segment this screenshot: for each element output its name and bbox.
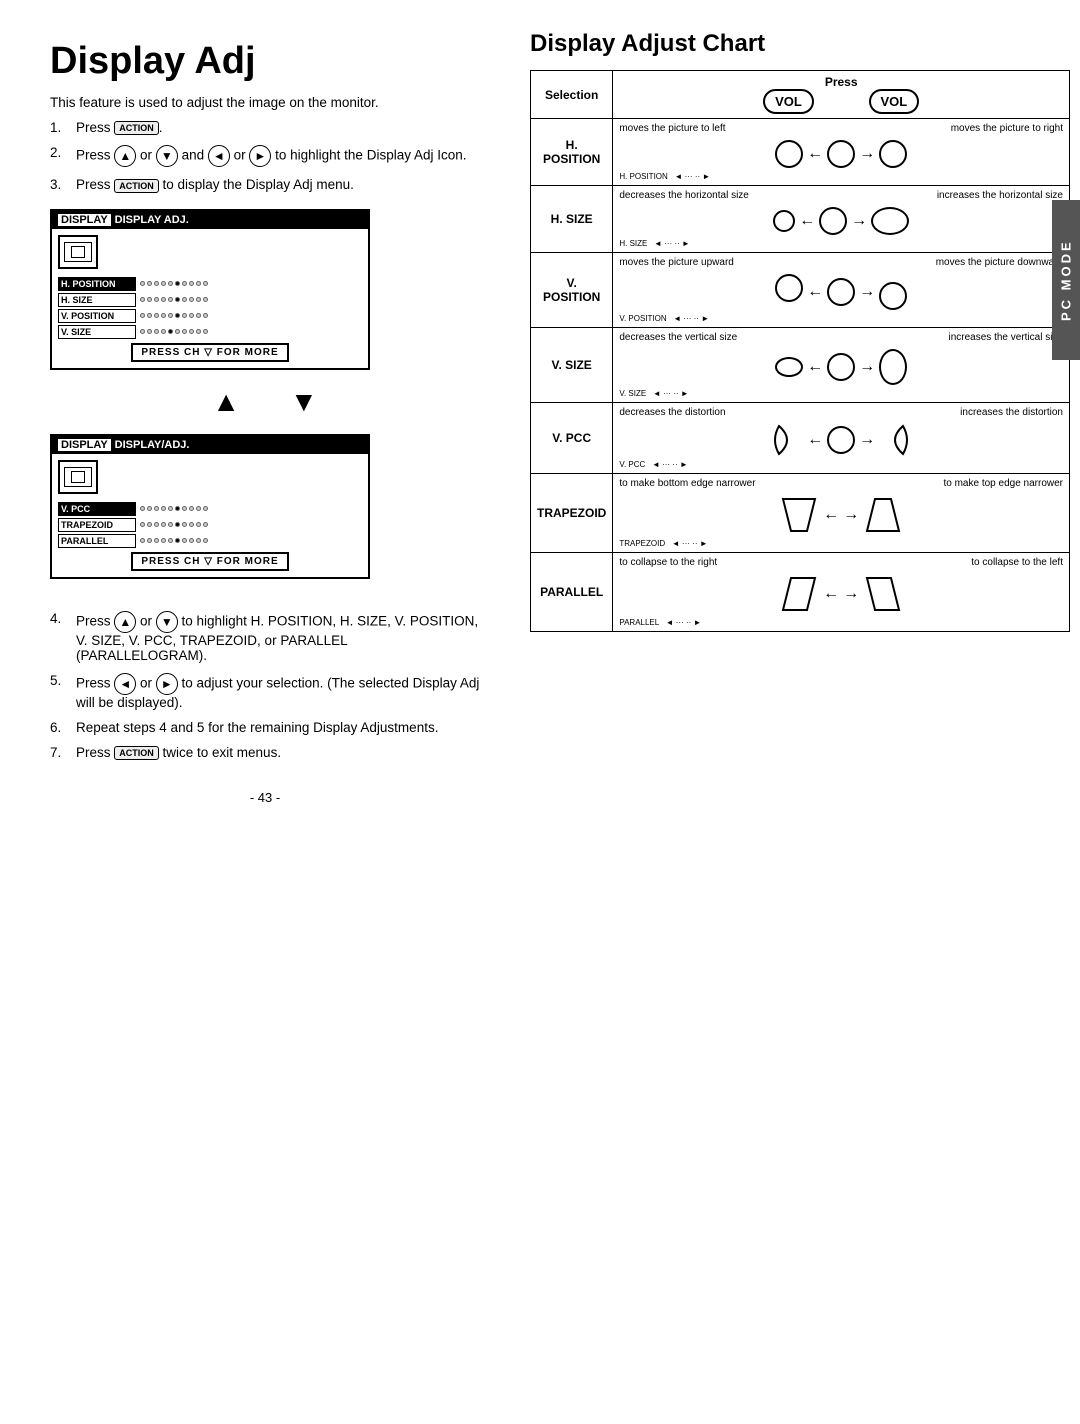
osd-icon-row-2 (58, 460, 362, 494)
osd-menu-1: DISPLAY DISPLAY ADJ. H. POSITION (50, 209, 370, 370)
col-header-press: Press VOL VOL (613, 71, 1070, 119)
vpos-circle3 (879, 282, 907, 310)
vsize-circle2 (827, 353, 855, 381)
down-icon: ▼ (156, 145, 178, 167)
table-row-hsize: H. SIZE decreases the horizontal size in… (531, 186, 1070, 253)
desc-parallel: to collapse to the right to collapse to … (613, 553, 1070, 632)
table-row-parallel: PARALLEL to collapse to the right to col… (531, 553, 1070, 632)
step-2: 2. Press ▲ or ▼ and ◄ or ► to highlight … (50, 145, 480, 167)
osd-row-vpcc: V. PCC (58, 502, 362, 516)
right-icon2: ► (156, 673, 178, 695)
osd-icon-row (58, 235, 362, 269)
page-number: - 43 - (50, 790, 480, 805)
hpos-circle3 (879, 140, 907, 168)
action-btn-icon3: ACTION (114, 746, 159, 760)
left-icon: ◄ (208, 145, 230, 167)
or-text: or (140, 148, 156, 163)
step-3: 3. Press ACTION to display the Display A… (50, 177, 480, 192)
vpcc-circle (827, 426, 855, 454)
para-shape1 (779, 574, 819, 614)
osd-press-label-2: PRESS CH ▽ FOR MORE (131, 552, 288, 571)
label-vposition: V. POSITION (531, 253, 613, 328)
hsize-circle2 (819, 207, 847, 235)
desc-vpcc: decreases the distortion increases the d… (613, 403, 1070, 474)
osd-menu-2: DISPLAY DISPLAY/ADJ. V. PCC (50, 434, 370, 579)
chart-title: Display Adjust Chart (530, 30, 1070, 58)
step-1: 1. Press ACTION. (50, 120, 480, 135)
table-row-vposition: V. POSITION moves the picture upward mov… (531, 253, 1070, 328)
vpcc-shape2 (879, 424, 911, 456)
up-icon2: ▲ (114, 611, 136, 633)
desc-trapezoid: to make bottom edge narrower to make top… (613, 474, 1070, 553)
intro-text: This feature is used to adjust the image… (50, 95, 480, 110)
hpos-circle1 (775, 140, 803, 168)
osd-header-2: DISPLAY DISPLAY/ADJ. (52, 436, 368, 454)
action-btn-icon: ACTION (114, 121, 159, 135)
table-row-vsize: V. SIZE decreases the vertical size incr… (531, 328, 1070, 403)
down-arrow-icon: ▼ (290, 386, 318, 418)
step-5: 5. Press ◄ or ► to adjust your selection… (50, 673, 480, 710)
or-text2: or (234, 148, 250, 163)
desc-vsize: decreases the vertical size increases th… (613, 328, 1070, 403)
table-row-trapezoid: TRAPEZOID to make bottom edge narrower t… (531, 474, 1070, 553)
vol-left-btn: VOL (763, 89, 814, 114)
osd-rows-1: H. POSITION H. SIZE V. POSITION (58, 277, 362, 339)
label-trapezoid: TRAPEZOID (531, 474, 613, 553)
desc-hsize: decreases the horizontal size increases … (613, 186, 1070, 253)
trap-shape2 (863, 495, 903, 535)
vpos-circle2 (827, 278, 855, 306)
step-4: 4. Press ▲ or ▼ to highlight H. POSITION… (50, 611, 480, 663)
display-adjust-chart: Selection Press VOL VOL H. POSITION (530, 70, 1070, 632)
up-arrow-icon: ▲ (212, 386, 240, 418)
left-icon2: ◄ (114, 673, 136, 695)
osd-tv-icon (58, 235, 98, 269)
and-text: and (182, 148, 208, 163)
page-title: Display Adj (50, 40, 480, 83)
osd-row-trapezoid: TRAPEZOID (58, 518, 362, 532)
vsize-circle1 (775, 357, 803, 377)
osd-header-1: DISPLAY DISPLAY ADJ. (52, 211, 368, 229)
osd-row-hsize: H. SIZE (58, 293, 362, 307)
hsize-circle1 (773, 210, 795, 232)
up-icon: ▲ (114, 145, 136, 167)
table-row-vpcc: V. PCC decreases the distortion increase… (531, 403, 1070, 474)
vpcc-shape1 (771, 424, 803, 456)
desc-hposition: moves the picture to left moves the pict… (613, 119, 1070, 186)
vpos-circle1 (775, 274, 803, 302)
col-header-selection: Selection (531, 71, 613, 119)
pc-mode-tab: PC MODE (1052, 200, 1080, 360)
label-parallel: PARALLEL (531, 553, 613, 632)
action-btn-icon2: ACTION (114, 179, 159, 193)
vsize-circle3 (879, 349, 907, 385)
osd-press-label-1: PRESS CH ▽ FOR MORE (131, 343, 288, 362)
down-icon2: ▼ (156, 611, 178, 633)
hpos-circle2 (827, 140, 855, 168)
para-shape2 (863, 574, 903, 614)
table-row-hposition: H. POSITION moves the picture to left mo… (531, 119, 1070, 186)
label-hsize: H. SIZE (531, 186, 613, 253)
vol-right-btn: VOL (869, 89, 920, 114)
step-7: 7. Press ACTION twice to exit menus. (50, 745, 480, 760)
trap-shape1 (779, 495, 819, 535)
osd-row-vsize: V. SIZE (58, 325, 362, 339)
right-icon: ► (249, 145, 271, 167)
arrows-separator: ▲ ▼ (50, 386, 480, 418)
osd-row-hpos: H. POSITION (58, 277, 362, 291)
osd-tv-icon-2 (58, 460, 98, 494)
osd-row-vpos: V. POSITION (58, 309, 362, 323)
label-vsize: V. SIZE (531, 328, 613, 403)
label-hposition: H. POSITION (531, 119, 613, 186)
hsize-circle3 (871, 207, 909, 235)
osd-rows-2: V. PCC TRAPEZOID PARALLEL (58, 502, 362, 548)
label-vpcc: V. PCC (531, 403, 613, 474)
osd-row-parallel: PARALLEL (58, 534, 362, 548)
desc-vposition: moves the picture upward moves the pictu… (613, 253, 1070, 328)
step-6: 6. Repeat steps 4 and 5 for the remainin… (50, 720, 480, 735)
